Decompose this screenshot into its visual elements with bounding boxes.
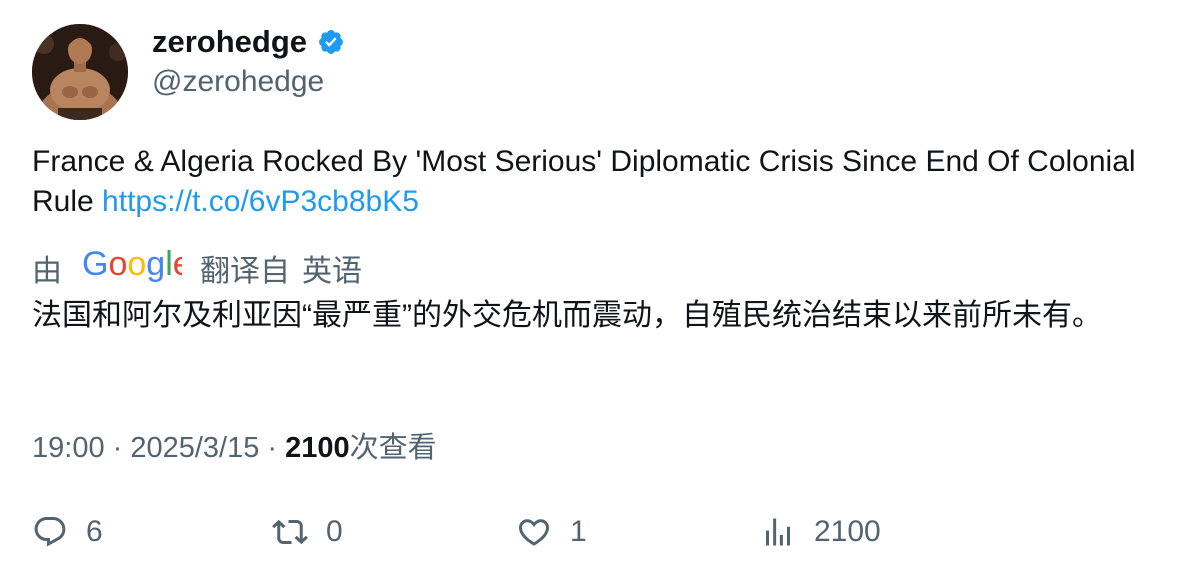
- tweet-time[interactable]: 19:00: [32, 432, 105, 465]
- display-name[interactable]: zerohedge: [152, 24, 307, 60]
- google-logo-icon: Google: [82, 244, 192, 292]
- author-block: zerohedge @zerohedge: [152, 22, 345, 102]
- meta-separator: ·: [259, 432, 286, 464]
- source-language: 英语: [302, 255, 362, 288]
- views-icon: [766, 518, 790, 546]
- action-bar: 6 0 1 2100: [32, 508, 1152, 556]
- retweet-count: 0: [326, 515, 343, 548]
- author-name-row: zerohedge: [152, 22, 345, 62]
- views-label: 次查看: [349, 432, 437, 464]
- avatar[interactable]: [32, 24, 128, 120]
- like-icon: [518, 519, 550, 546]
- reply-button[interactable]: 6: [32, 508, 103, 556]
- author-handle[interactable]: @zerohedge: [152, 62, 345, 102]
- svg-text:Google: Google: [82, 245, 182, 283]
- translated-from-label: 翻译自: [200, 255, 290, 288]
- reply-count: 6: [86, 515, 103, 548]
- retweet-icon: [272, 519, 308, 545]
- tweet-date[interactable]: 2025/3/15: [130, 432, 259, 465]
- translated-text: 法国和阿尔及利亚因“最严重”的外交危机而震动，自殖民统治结束以来前所未有。: [32, 299, 1102, 332]
- tweet-text: France & Algeria Rocked By 'Most Serious…: [32, 142, 1152, 222]
- tweet-meta: 19:00 · 2025/3/15 · 2100 次查看: [32, 424, 437, 466]
- views-count-action: 2100: [814, 515, 881, 548]
- views-button[interactable]: 2100: [760, 508, 881, 556]
- avatar-image: [32, 24, 128, 120]
- like-count: 1: [570, 515, 587, 548]
- views-count: 2100: [285, 432, 350, 464]
- translation-attribution: 由 Google 翻译自 英语: [32, 244, 362, 292]
- meta-separator: ·: [104, 432, 131, 464]
- reply-icon: [34, 517, 66, 547]
- verified-badge-icon: [317, 28, 345, 56]
- translation-by-label: 由: [32, 255, 62, 288]
- tweet-link[interactable]: https://t.co/6vP3cb8bK5: [102, 185, 419, 218]
- like-button[interactable]: 1: [516, 508, 587, 556]
- retweet-button[interactable]: 0: [272, 508, 343, 556]
